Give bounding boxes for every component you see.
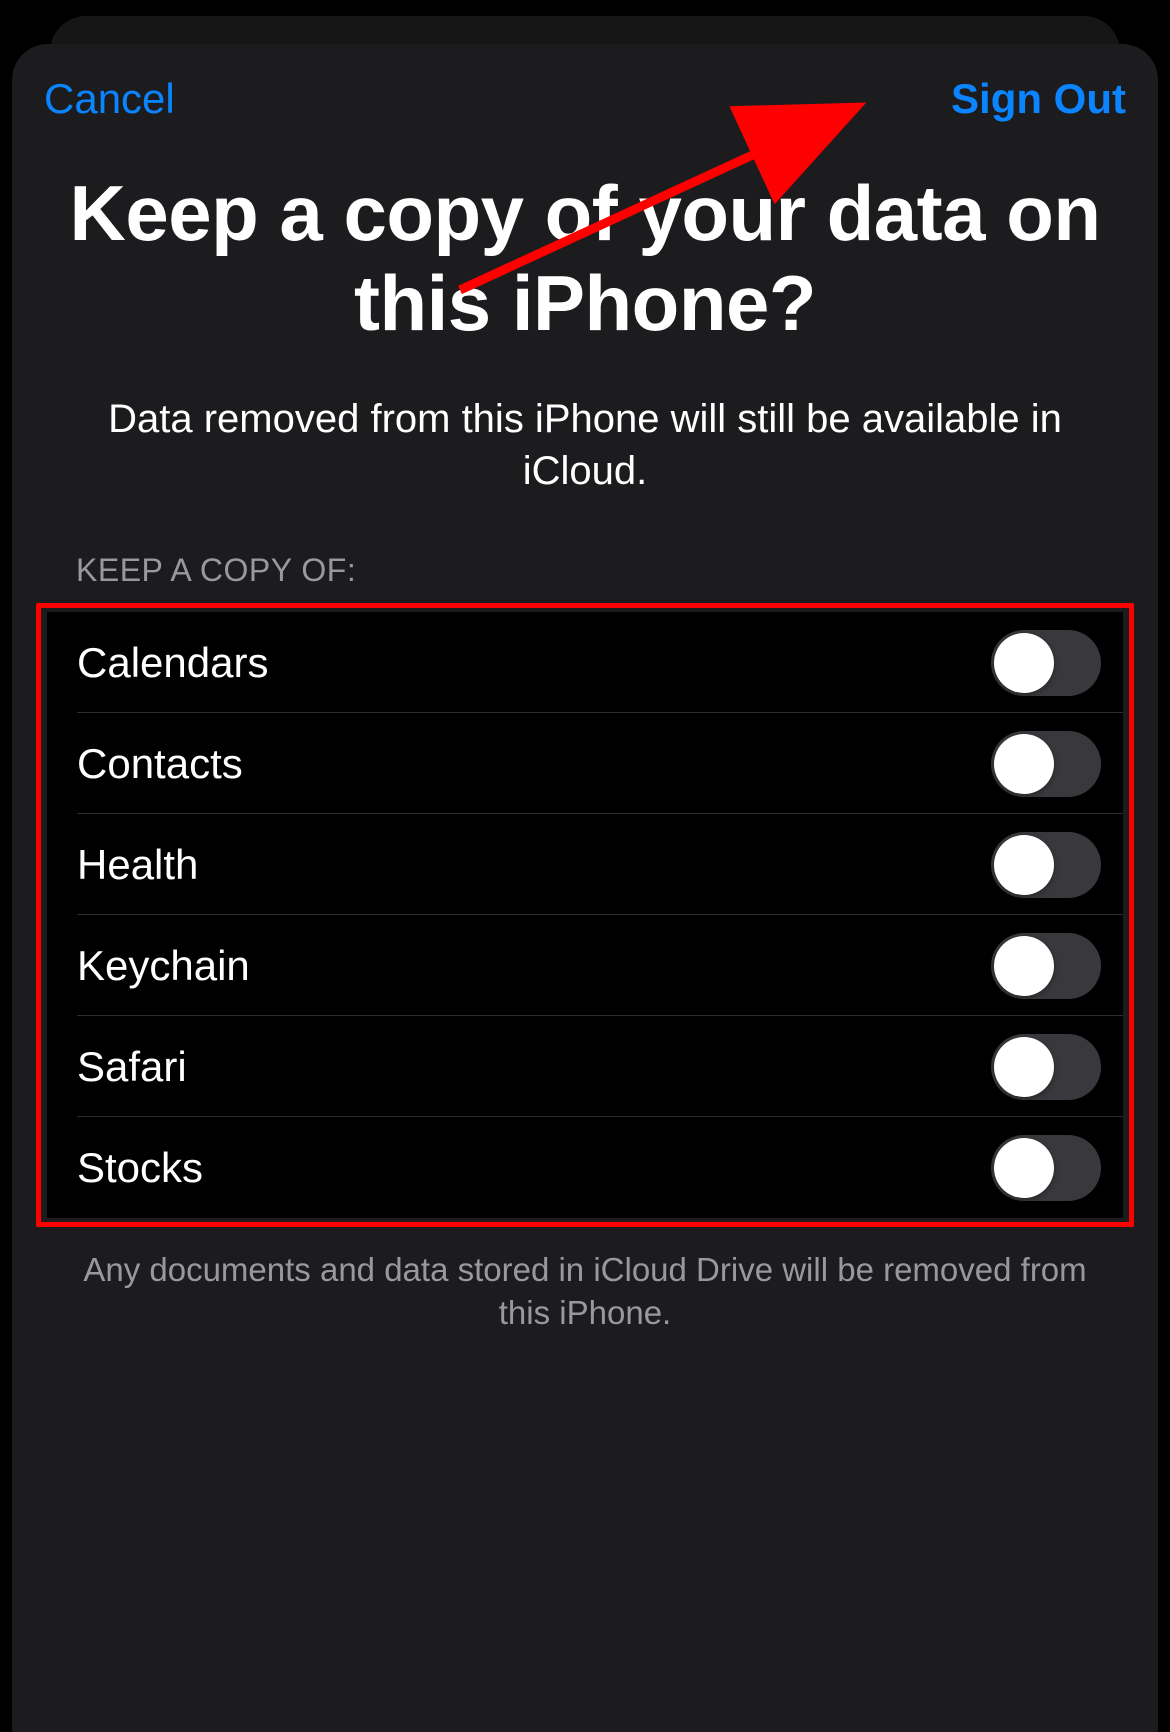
footer-note: Any documents and data stored in iCloud … — [36, 1249, 1134, 1335]
list-item-safari: Safari — [47, 1016, 1123, 1117]
row-label: Health — [77, 841, 198, 889]
page-subtitle: Data removed from this iPhone will still… — [36, 393, 1134, 497]
toggle-list: Calendars Contacts Health Keychain Safar… — [47, 612, 1123, 1218]
highlight-annotation: Calendars Contacts Health Keychain Safar… — [36, 603, 1134, 1227]
row-label: Calendars — [77, 639, 268, 687]
section-header: KEEP A COPY OF: — [36, 552, 1134, 589]
toggle-contacts[interactable] — [991, 731, 1101, 797]
row-label: Keychain — [77, 942, 250, 990]
list-item-calendars: Calendars — [47, 612, 1123, 713]
nav-bar: Cancel Sign Out — [36, 44, 1134, 154]
modal-sheet: Cancel Sign Out Keep a copy of your data… — [12, 44, 1158, 1732]
toggle-health[interactable] — [991, 832, 1101, 898]
sign-out-button[interactable]: Sign Out — [951, 75, 1126, 123]
toggle-calendars[interactable] — [991, 630, 1101, 696]
row-label: Safari — [77, 1043, 187, 1091]
list-item-stocks: Stocks — [47, 1117, 1123, 1218]
list-item-keychain: Keychain — [47, 915, 1123, 1016]
toggle-stocks[interactable] — [991, 1135, 1101, 1201]
row-label: Stocks — [77, 1144, 203, 1192]
list-item-health: Health — [47, 814, 1123, 915]
page-title: Keep a copy of your data on this iPhone? — [36, 169, 1134, 348]
toggle-safari[interactable] — [991, 1034, 1101, 1100]
toggle-keychain[interactable] — [991, 933, 1101, 999]
list-item-contacts: Contacts — [47, 713, 1123, 814]
row-label: Contacts — [77, 740, 243, 788]
cancel-button[interactable]: Cancel — [44, 75, 175, 123]
